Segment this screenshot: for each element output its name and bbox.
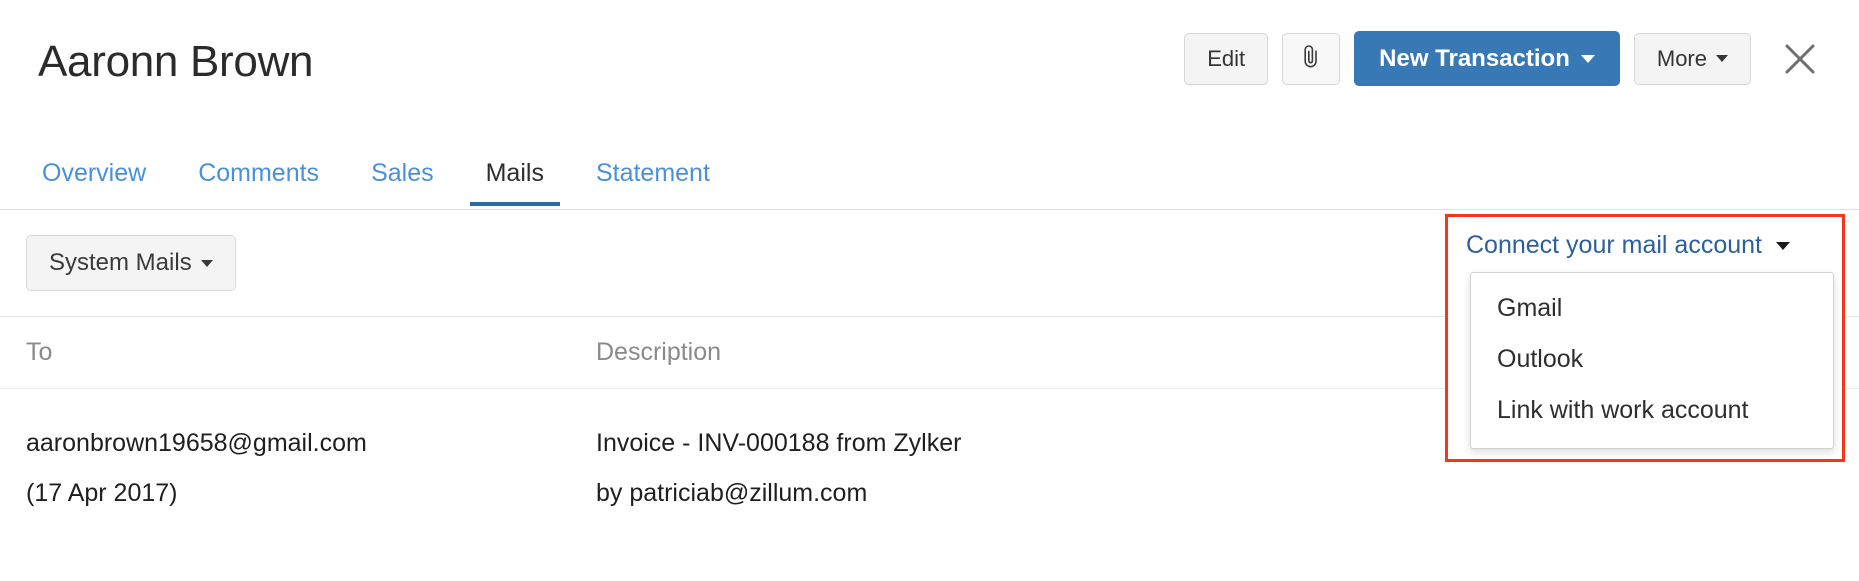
- mails-toolbar: System Mails Connect your mail account G…: [0, 210, 1859, 316]
- edit-button[interactable]: Edit: [1184, 33, 1268, 85]
- attachment-button[interactable]: [1282, 33, 1340, 85]
- header-actions: Edit New Transaction More: [1184, 31, 1823, 86]
- system-mails-filter-label: System Mails: [49, 249, 192, 277]
- mails-tab-screen: Aaronn Brown Edit New Transaction More: [0, 0, 1859, 581]
- chevron-down-icon: [1581, 55, 1595, 63]
- mail-date: (17 Apr 2017): [26, 469, 596, 519]
- page-title: Aaronn Brown: [38, 40, 313, 84]
- tab-statement[interactable]: Statement: [580, 144, 726, 202]
- column-header-to: To: [26, 338, 596, 367]
- close-icon: [1783, 42, 1817, 76]
- close-button[interactable]: [1777, 36, 1823, 82]
- menu-item-link-work-account[interactable]: Link with work account: [1471, 385, 1833, 436]
- chevron-down-icon: [201, 260, 213, 267]
- connect-mail-account-highlight: Connect your mail account Gmail Outlook …: [1445, 214, 1845, 462]
- recipient-email: aaronbrown19658@gmail.com: [26, 419, 596, 469]
- chevron-down-icon: [1776, 242, 1790, 250]
- paperclip-icon: [1301, 44, 1321, 74]
- more-button-label: More: [1657, 48, 1707, 70]
- connect-mail-account-link[interactable]: Connect your mail account: [1448, 217, 1842, 272]
- edit-button-label: Edit: [1207, 48, 1245, 70]
- mail-sender: by patriciab@zillum.com: [596, 469, 1833, 519]
- menu-item-outlook[interactable]: Outlook: [1471, 334, 1833, 385]
- tab-overview[interactable]: Overview: [26, 144, 162, 202]
- chevron-down-icon: [1716, 55, 1728, 62]
- system-mails-filter-button[interactable]: System Mails: [26, 235, 236, 291]
- new-transaction-button[interactable]: New Transaction: [1354, 31, 1620, 86]
- connect-mail-account-label: Connect your mail account: [1466, 231, 1762, 260]
- connect-mail-account-menu: Gmail Outlook Link with work account: [1470, 272, 1834, 449]
- tab-sales[interactable]: Sales: [355, 144, 450, 202]
- menu-item-gmail[interactable]: Gmail: [1471, 283, 1833, 334]
- tab-mails[interactable]: Mails: [470, 144, 560, 202]
- page-header: Aaronn Brown Edit New Transaction More: [0, 0, 1859, 148]
- new-transaction-label: New Transaction: [1379, 47, 1570, 71]
- tab-comments[interactable]: Comments: [182, 144, 335, 202]
- more-button[interactable]: More: [1634, 33, 1751, 85]
- tab-bar: Overview Comments Sales Mails Statement: [0, 148, 1859, 210]
- cell-to: aaronbrown19658@gmail.com (17 Apr 2017): [26, 419, 596, 518]
